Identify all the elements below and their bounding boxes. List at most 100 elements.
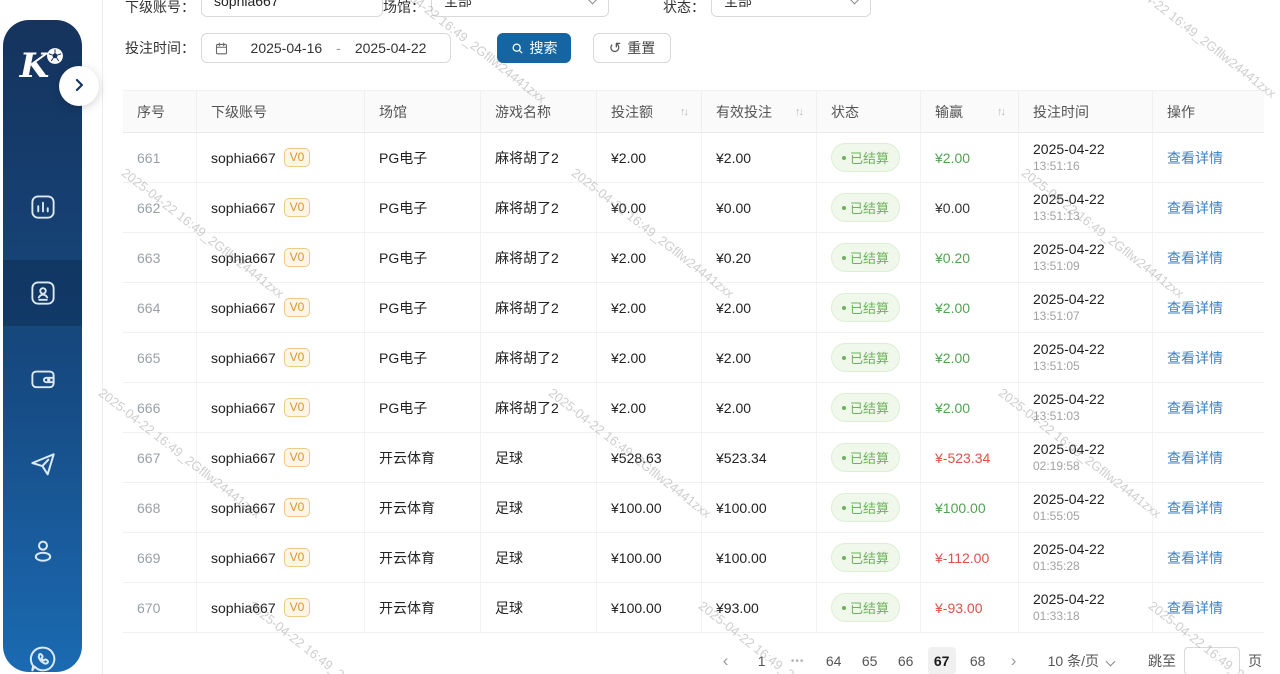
account-input[interactable] [201, 0, 383, 17]
page-button-68[interactable]: 68 [964, 647, 992, 674]
cell-venue: PG电子 [365, 283, 481, 332]
bet-records-table: 序号下级账号场馆游戏名称投注额↑↓有效投注↑↓状态输赢↑↓投注时间操作 661 … [123, 90, 1264, 633]
bet-time: 02:19:58 [1033, 458, 1105, 475]
cell-game-name: 麻将胡了2 [481, 233, 597, 282]
cell-win-loss: ¥2.00 [921, 383, 1019, 432]
cell-bet-amount: ¥2.00 [597, 133, 702, 182]
cell-venue: 开云体育 [365, 433, 481, 482]
bet-time: 01:33:18 [1033, 608, 1105, 625]
sidebar-item-profile[interactable] [3, 529, 82, 573]
column-header-label: 投注额 [611, 102, 653, 122]
cell-valid-bet: ¥2.00 [702, 283, 817, 332]
sort-icon[interactable]: ↑↓ [789, 106, 802, 118]
sidebar-item-stats[interactable] [3, 185, 82, 229]
cell-bet-time: 2025-04-22 01:55:05 [1019, 483, 1153, 532]
win-loss-amount: ¥0.00 [935, 200, 970, 216]
cell-game-name: 足球 [481, 433, 597, 482]
filter-row-1: 下级账号： 场馆： 全部 状态： 全部 [125, 0, 1280, 18]
page-button-1[interactable]: 1 [748, 647, 776, 674]
column-header-valid-bet[interactable]: 有效投注↑↓ [702, 91, 817, 132]
cell-bet-amount: ¥100.00 [597, 583, 702, 632]
reset-button[interactable]: ↺ 重置 [593, 33, 671, 63]
page: K [0, 0, 1280, 674]
sort-icon[interactable]: ↑↓ [991, 106, 1004, 118]
bet-date: 2025-04-22 [1033, 541, 1105, 558]
page-button-65[interactable]: 65 [856, 647, 884, 674]
page-size-select[interactable]: 10 条/页 [1048, 651, 1114, 671]
cell-account: sophia667 V0 [197, 183, 365, 232]
cell-row-number: 661 [123, 133, 197, 182]
cell-action: 查看详情 [1153, 533, 1264, 582]
view-details-link[interactable]: 查看详情 [1167, 198, 1223, 218]
cell-bet-time: 2025-04-22 01:33:18 [1019, 583, 1153, 632]
chevron-down-icon [850, 0, 860, 4]
table-row: 663 sophia667 V0 PG电子 麻将胡了2 ¥2.00 ¥0.20 … [123, 233, 1264, 283]
cell-row-number: 665 [123, 333, 197, 382]
cell-win-loss: ¥-93.00 [921, 583, 1019, 632]
sort-icon[interactable]: ↑↓ [674, 106, 687, 118]
column-header-bet[interactable]: 投注额 ↑↓ [597, 91, 702, 132]
cell-status: 已结算 [817, 183, 921, 232]
sidebar-item-support[interactable] [3, 637, 82, 674]
vip-level-badge: V0 [284, 548, 311, 567]
table-body: 661 sophia667 V0 PG电子 麻将胡了2 ¥2.00 ¥2.00 … [123, 133, 1264, 633]
view-details-link[interactable]: 查看详情 [1167, 348, 1223, 368]
sidebar-item-wallet[interactable] [3, 357, 82, 401]
cell-game-name: 麻将胡了2 [481, 283, 597, 332]
cell-venue: 开云体育 [365, 583, 481, 632]
venue-select[interactable]: 全部 [431, 0, 609, 17]
table-header-row: 序号下级账号场馆游戏名称投注额↑↓有效投注↑↓状态输赢↑↓投注时间操作 [123, 91, 1264, 133]
column-header-win[interactable]: 输赢↑↓ [921, 91, 1019, 132]
cell-venue: PG电子 [365, 183, 481, 232]
cell-game-name: 麻将胡了2 [481, 383, 597, 432]
date-range-picker[interactable]: 2025-04-16 - 2025-04-22 [201, 33, 451, 63]
page-button-64[interactable]: 64 [820, 647, 848, 674]
cell-game-name: 足球 [481, 533, 597, 582]
view-details-link[interactable]: 查看详情 [1167, 498, 1223, 518]
bet-date: 2025-04-22 [1033, 491, 1105, 508]
cell-valid-bet: ¥2.00 [702, 383, 817, 432]
view-details-link[interactable]: 查看详情 [1167, 298, 1223, 318]
soccer-ball-icon [45, 46, 65, 71]
column-header-label: 投注时间 [1033, 102, 1089, 122]
view-details-link[interactable]: 查看详情 [1167, 248, 1223, 268]
next-page-button[interactable]: › [1000, 647, 1028, 674]
date-separator: - [336, 40, 341, 56]
win-loss-amount: ¥-93.00 [935, 600, 982, 616]
table-row: 665 sophia667 V0 PG电子 麻将胡了2 ¥2.00 ¥2.00 … [123, 333, 1264, 383]
search-button-label: 搜索 [530, 38, 558, 58]
cell-venue: PG电子 [365, 233, 481, 282]
sidebar-item-promotion[interactable] [3, 443, 82, 487]
bet-time: 13:51:09 [1033, 258, 1105, 275]
account-name: sophia667 [211, 300, 276, 316]
chevron-down-icon [588, 0, 598, 4]
search-button[interactable]: 搜索 [497, 33, 571, 63]
cell-account: sophia667 V0 [197, 583, 365, 632]
sidebar-item-members[interactable] [3, 260, 82, 326]
account-name: sophia667 [211, 350, 276, 366]
prev-page-button[interactable]: ‹ [712, 647, 740, 674]
bet-date: 2025-04-22 [1033, 341, 1105, 358]
view-details-link[interactable]: 查看详情 [1167, 448, 1223, 468]
jump-page-input[interactable] [1184, 647, 1240, 674]
view-details-link[interactable]: 查看详情 [1167, 148, 1223, 168]
view-details-link[interactable]: 查看详情 [1167, 548, 1223, 568]
chevron-right-icon [69, 75, 89, 98]
view-details-link[interactable]: 查看详情 [1167, 598, 1223, 618]
cell-account: sophia667 V0 [197, 383, 365, 432]
page-button-66[interactable]: 66 [892, 647, 920, 674]
bet-date: 2025-04-22 [1033, 391, 1105, 408]
view-details-link[interactable]: 查看详情 [1167, 398, 1223, 418]
sidebar: K [3, 20, 82, 672]
status-badge: 已结算 [831, 143, 900, 172]
bet-date: 2025-04-22 [1033, 591, 1105, 608]
page-size-value: 10 条/页 [1048, 651, 1099, 671]
cell-bet-amount: ¥100.00 [597, 533, 702, 582]
account-name: sophia667 [211, 600, 276, 616]
page-button-67[interactable]: 67 [928, 647, 956, 674]
cell-win-loss: ¥2.00 [921, 283, 1019, 332]
status-dot-icon [842, 306, 846, 310]
sidebar-expand-button[interactable] [59, 66, 99, 106]
status-badge: 已结算 [831, 293, 900, 322]
status-select[interactable]: 全部 [711, 0, 871, 17]
